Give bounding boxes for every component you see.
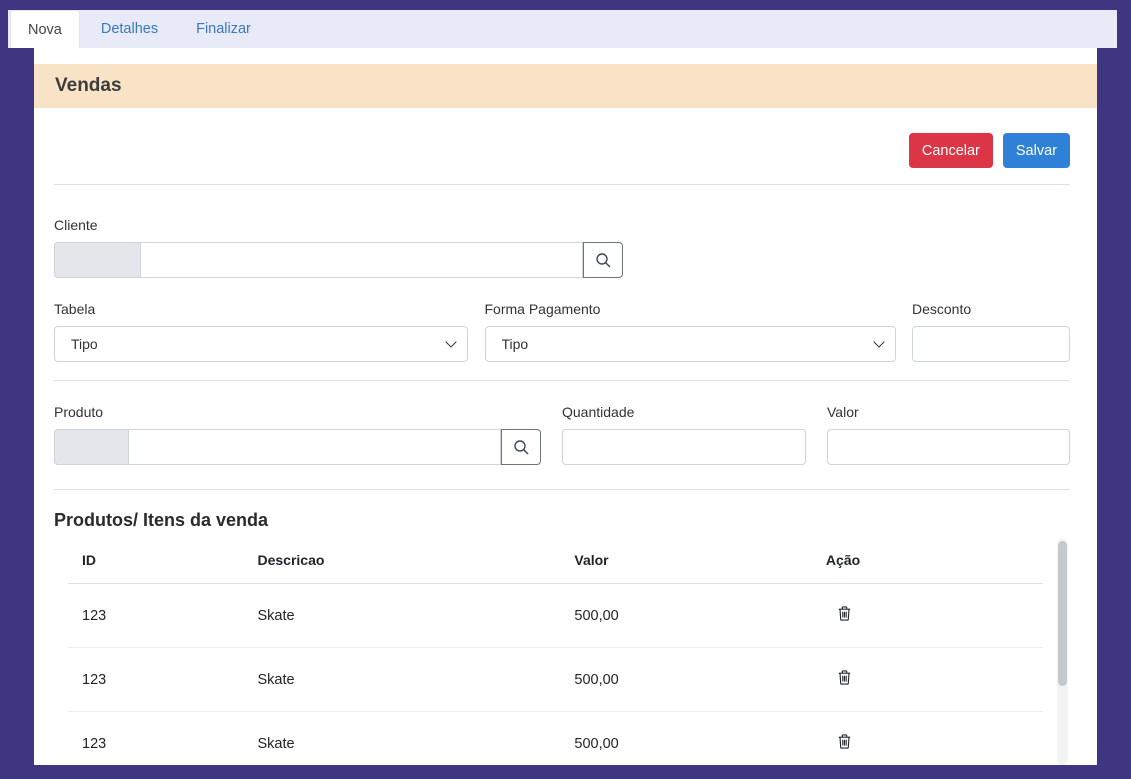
- page-title-bar: Vendas: [34, 64, 1097, 108]
- item-valor: 500,00: [560, 584, 812, 648]
- trash-icon: [838, 670, 851, 685]
- col-header-valor: Valor: [560, 537, 812, 584]
- cliente-label: Cliente: [54, 217, 1070, 233]
- quantidade-field[interactable]: [562, 429, 806, 465]
- cliente-search-button[interactable]: [583, 242, 623, 278]
- items-section-title: Produtos/ Itens da venda: [54, 510, 1070, 531]
- search-icon: [595, 252, 612, 269]
- trash-icon: [838, 606, 851, 621]
- valor-field-block: Valor: [827, 404, 1070, 465]
- items-table: ID Descricao Valor Ação 123 Skate 500,00: [68, 537, 1043, 765]
- item-id: 123: [68, 712, 244, 766]
- delete-item-button[interactable]: [838, 606, 851, 621]
- tabela-field-block: Tabela Tipo: [54, 301, 468, 362]
- item-acao-cell: [812, 648, 1043, 712]
- item-descricao: Skate: [244, 648, 561, 712]
- item-acao-cell: [812, 712, 1043, 766]
- cliente-field-block: Cliente: [54, 217, 1070, 278]
- tabela-select[interactable]: Tipo: [54, 326, 468, 362]
- tabela-label: Tabela: [54, 301, 468, 317]
- tab-detalhes[interactable]: Detalhes: [84, 10, 175, 48]
- table-row: 123 Skate 500,00: [68, 584, 1043, 648]
- item-valor: 500,00: [560, 712, 812, 766]
- col-header-id: ID: [68, 537, 244, 584]
- cliente-input-group: [54, 242, 623, 278]
- desconto-field-block: Desconto: [912, 301, 1070, 362]
- item-valor: 500,00: [560, 648, 812, 712]
- item-id: 123: [68, 584, 244, 648]
- search-icon: [513, 439, 530, 456]
- trash-icon: [838, 734, 851, 749]
- forma-pagamento-field-block: Forma Pagamento Tipo: [485, 301, 896, 362]
- cliente-code-field: [54, 242, 140, 278]
- table-row: 123 Skate 500,00: [68, 712, 1043, 766]
- page-title: Vendas: [55, 75, 122, 97]
- produto-input-group: [54, 429, 541, 465]
- item-descricao: Skate: [244, 584, 561, 648]
- valor-label: Valor: [827, 404, 1070, 420]
- col-header-acao: Ação: [812, 537, 1043, 584]
- scrollbar-thumb[interactable]: [1058, 541, 1067, 686]
- cliente-name-field[interactable]: [140, 242, 583, 278]
- save-button[interactable]: Salvar: [1003, 133, 1070, 168]
- produto-name-field[interactable]: [128, 429, 501, 465]
- payment-row: Tabela Tipo Forma Pagamento Tipo: [54, 301, 1070, 362]
- produto-field-block: Produto: [54, 404, 541, 465]
- tab-finalizar[interactable]: Finalizar: [179, 10, 268, 48]
- produto-label: Produto: [54, 404, 541, 420]
- valor-field[interactable]: [827, 429, 1070, 465]
- item-id: 123: [68, 648, 244, 712]
- divider: [54, 489, 1070, 490]
- quantidade-label: Quantidade: [562, 404, 806, 420]
- item-acao-cell: [812, 584, 1043, 648]
- delete-item-button[interactable]: [838, 670, 851, 685]
- delete-item-button[interactable]: [838, 734, 851, 749]
- items-table-container: ID Descricao Valor Ação 123 Skate 500,00: [54, 537, 1070, 765]
- form-content: Cancelar Salvar Cliente Tabela: [34, 133, 1097, 765]
- main-panel: Vendas Cancelar Salvar Cliente: [34, 48, 1097, 765]
- cancel-button[interactable]: Cancelar: [909, 133, 993, 168]
- forma-pagamento-select[interactable]: Tipo: [485, 326, 896, 362]
- divider: [54, 184, 1070, 185]
- tab-bar: Nova Detalhes Finalizar: [8, 10, 1117, 48]
- divider: [54, 380, 1070, 381]
- action-buttons: Cancelar Salvar: [54, 133, 1070, 168]
- items-table-body: 123 Skate 500,00 123 Skate 500,00: [68, 584, 1043, 766]
- forma-pagamento-label: Forma Pagamento: [485, 301, 896, 317]
- table-row: 123 Skate 500,00: [68, 648, 1043, 712]
- item-descricao: Skate: [244, 712, 561, 766]
- tab-nova[interactable]: Nova: [10, 10, 80, 48]
- produto-search-button[interactable]: [501, 429, 541, 465]
- table-header-row: ID Descricao Valor Ação: [68, 537, 1043, 584]
- quantidade-field-block: Quantidade: [562, 404, 806, 465]
- scrollbar-track[interactable]: [1057, 539, 1068, 765]
- desconto-label: Desconto: [912, 301, 1070, 317]
- product-row: Produto Quantidade Valor: [54, 404, 1070, 465]
- desconto-field[interactable]: [912, 326, 1070, 362]
- produto-code-field: [54, 429, 128, 465]
- col-header-descricao: Descricao: [244, 537, 561, 584]
